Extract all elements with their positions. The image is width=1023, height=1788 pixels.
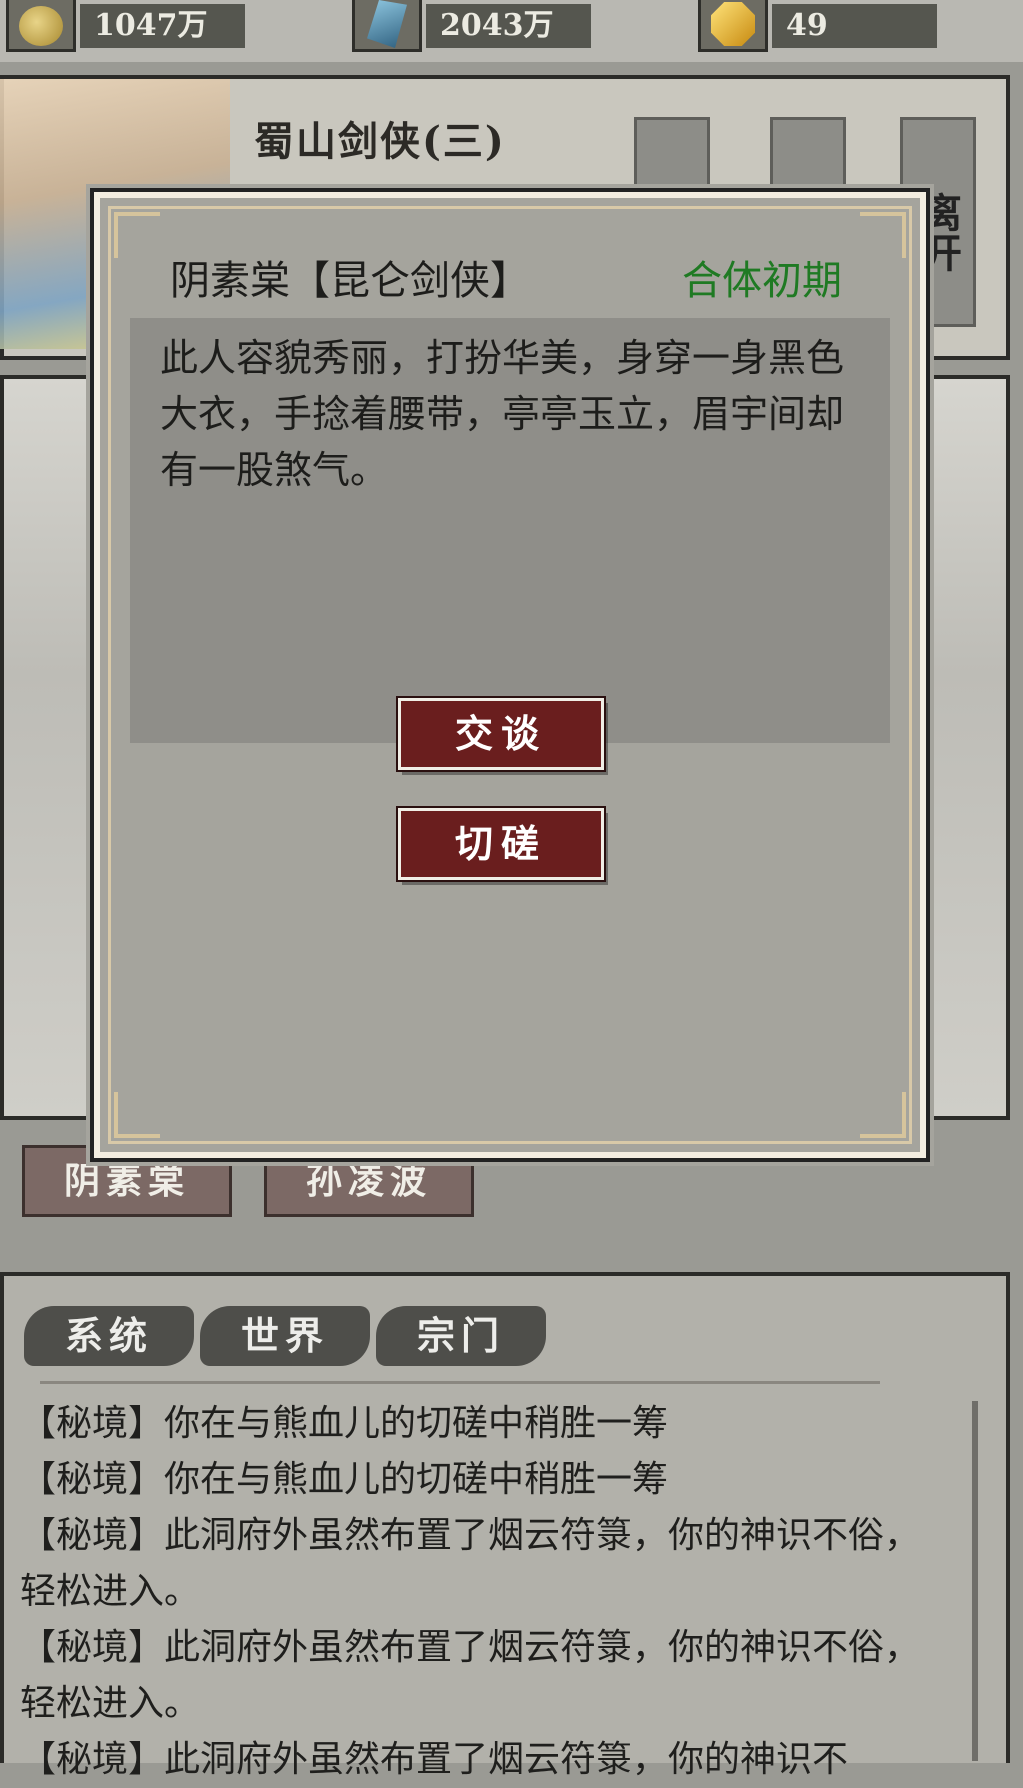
chat-message: 【秘境】此洞府外虽然布置了烟云符箓，你的神识不俗，轻松进入。 xyxy=(20,1515,921,1612)
npc-name: 阴素棠【昆仑剑侠】 xyxy=(170,258,530,304)
chat-log: 【秘境】你在与熊血儿的切磋中稍胜一筹 【秘境】你在与熊血儿的切磋中稍胜一筹 【秘… xyxy=(20,1396,950,1788)
npc-description: 此人容貌秀丽，打扮华美，身穿一身黑色大衣，手捻着腰带，亭亭玉立，眉宇间却有一股煞… xyxy=(160,336,845,492)
chat-message: 【秘境】你在与熊血儿的切磋中稍胜一筹 xyxy=(20,1403,669,1444)
spirit-crystal-icon xyxy=(352,0,422,52)
chat-message: 【秘境】此洞府外虽然布置了烟云符箓，你的神识不 xyxy=(20,1739,849,1780)
npc-dialog: 阴素棠【昆仑剑侠】 合体初期 此人容貌秀丽，打扮华美，身穿一身黑色大衣，手捻着腰… xyxy=(94,192,926,1158)
chat-tab-world[interactable]: 世界 xyxy=(200,1306,370,1366)
talk-button[interactable]: 交谈 xyxy=(398,698,604,770)
corner-ornament xyxy=(114,1092,160,1138)
corner-ornament xyxy=(114,212,160,258)
chat-divider xyxy=(40,1381,880,1384)
coin-amount: 1047万 xyxy=(80,4,245,48)
chat-message: 【秘境】此洞府外虽然布置了烟云符箓，你的神识不俗，轻松进入。 xyxy=(20,1627,921,1724)
crystal-amount: 2043万 xyxy=(426,4,591,48)
gem-amount: 49 xyxy=(772,4,937,48)
spar-button[interactable]: 切磋 xyxy=(398,808,604,880)
chat-message: 【秘境】你在与熊血儿的切磋中稍胜一筹 xyxy=(20,1459,669,1500)
coin-icon xyxy=(6,0,76,52)
corner-ornament xyxy=(860,212,906,258)
chat-tab-sect[interactable]: 宗门 xyxy=(376,1306,546,1366)
npc-realm: 合体初期 xyxy=(682,258,842,304)
chat-scrollbar[interactable] xyxy=(972,1401,978,1761)
npc-description-box: 此人容貌秀丽，打扮华美，身穿一身黑色大衣，手捻着腰带，亭亭玉立，眉宇间却有一股煞… xyxy=(130,318,890,743)
corner-ornament xyxy=(860,1092,906,1138)
gold-gem-icon xyxy=(698,0,768,52)
resource-bar: 1047万 2043万 49 xyxy=(0,0,1023,62)
location-title: 蜀山剑侠(三) xyxy=(254,118,506,165)
chat-tab-system[interactable]: 系统 xyxy=(24,1306,194,1366)
chat-panel: 系统 世界 宗门 【秘境】你在与熊血儿的切磋中稍胜一筹 【秘境】你在与熊血儿的切… xyxy=(0,1272,1010,1780)
